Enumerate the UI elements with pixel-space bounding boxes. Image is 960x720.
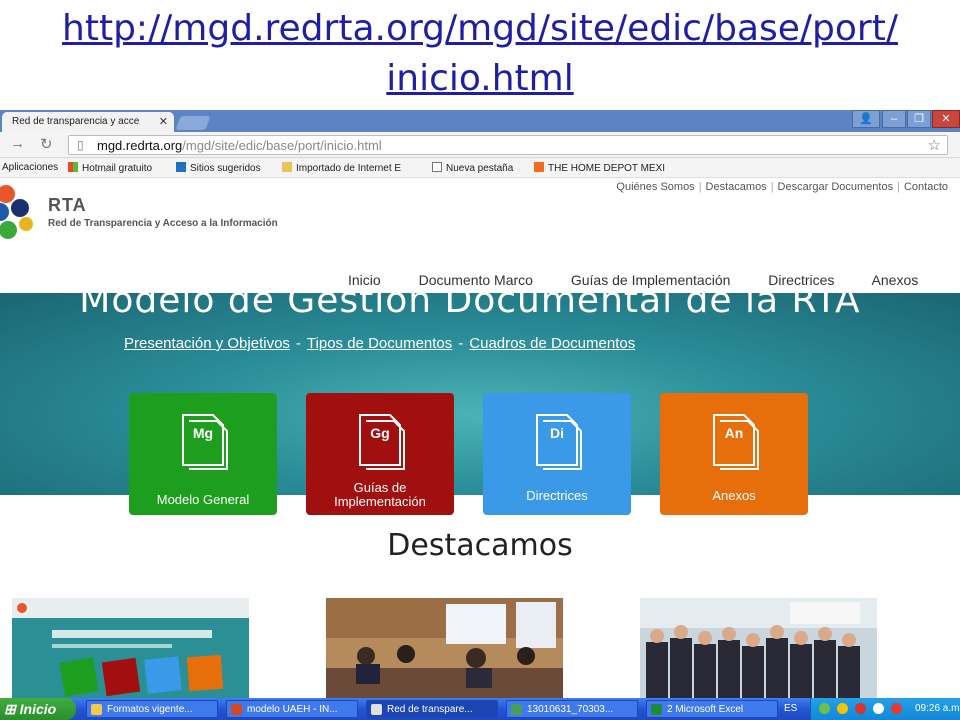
new-tab-button[interactable] xyxy=(175,116,211,130)
top-link-quienes-somos[interactable]: Quiénes Somos xyxy=(616,181,694,193)
featured-thumbnail-2[interactable] xyxy=(326,598,563,698)
site-screenshot-image xyxy=(12,598,249,698)
network-icon[interactable] xyxy=(819,703,830,714)
web-page: Quiénes Somos | Destacamos | Descargar Docum… xyxy=(0,178,960,698)
nav-directrices[interactable]: Directrices xyxy=(768,272,834,288)
link-presentacion[interactable]: Presentación y Objetivos xyxy=(124,335,290,352)
slide-url-link-line2[interactable]: inicio.html xyxy=(386,58,573,99)
card-label: Modelo General xyxy=(156,492,250,507)
browser-toolbar: → ↻ ▯ mgd.redrta.org/mgd/site/edic/base/… xyxy=(0,132,960,158)
excel-icon xyxy=(651,704,662,715)
powerpoint-icon xyxy=(231,704,242,715)
browser-window: Red de transparencia y acce ✕ 👤 – ❐ ✕ → … xyxy=(0,110,960,698)
card-label: Anexos xyxy=(712,488,756,503)
browser-tab[interactable]: Red de transparencia y acce ✕ xyxy=(2,112,174,132)
link-tipos-documentos[interactable]: Tipos de Documentos xyxy=(307,335,452,352)
card-abbr: Di xyxy=(550,425,564,441)
link-cuadros-documentos[interactable]: Cuadros de Documentos xyxy=(469,335,635,352)
address-path: /mgd/site/edic/base/port/inicio.html xyxy=(182,138,382,153)
bookmark-hotmail[interactable]: Hotmail gratuito xyxy=(68,162,152,174)
featured-thumbnail-1[interactable] xyxy=(12,598,249,698)
card-abbr: Mg xyxy=(192,425,214,441)
windows-icon xyxy=(68,162,78,172)
card-guias-implementacion[interactable]: Gg Guías de Implementación xyxy=(306,393,454,515)
back-arrow-icon[interactable]: → xyxy=(10,135,25,152)
card-directrices[interactable]: Di Directrices xyxy=(483,393,631,515)
home-depot-icon xyxy=(534,162,544,172)
address-bar[interactable]: ▯ mgd.redrta.org/mgd/site/edic/base/port… xyxy=(68,135,948,155)
top-links: Quiénes Somos | Destacamos | Descargar Docum… xyxy=(616,181,948,193)
bookmark-suggested[interactable]: Sitios sugeridos xyxy=(176,162,261,174)
system-tray: 09:26 a.m xyxy=(810,698,960,720)
language-indicator[interactable]: ES xyxy=(784,703,797,714)
taskbar-item-powerpoint[interactable]: modelo UAEH - IN... xyxy=(226,700,358,718)
card-label: Directrices xyxy=(526,488,588,503)
alert-icon[interactable] xyxy=(891,703,902,714)
meeting-photo-image xyxy=(326,598,563,698)
image-icon xyxy=(511,704,522,715)
antivirus-icon[interactable] xyxy=(855,703,866,714)
nav-documento-marco[interactable]: Documento Marco xyxy=(419,272,533,288)
nav-anexos[interactable]: Anexos xyxy=(872,272,919,288)
bookmark-home-depot[interactable]: THE HOME DEPOT MEXI xyxy=(534,162,665,174)
group-photo-image xyxy=(640,598,877,698)
tab-bar: Red de transparencia y acce ✕ 👤 – ❐ ✕ xyxy=(0,110,960,132)
top-link-contacto[interactable]: Contacto xyxy=(904,181,948,193)
page-icon xyxy=(432,162,442,172)
card-abbr: Gg xyxy=(370,425,390,441)
windows-flag-icon: ⊞ xyxy=(4,701,16,717)
nav-inicio[interactable]: Inicio xyxy=(348,272,381,288)
hero-links: Presentación y Objetivos - Tipos de Docume… xyxy=(124,335,636,352)
card-abbr: An xyxy=(724,425,744,441)
start-button[interactable]: ⊞ Inicio xyxy=(0,698,76,720)
slide: http://mgd.redrta.org/mgd/site/edic/base… xyxy=(0,0,960,720)
logo-title: RTA xyxy=(48,195,87,215)
chrome-icon xyxy=(371,704,382,715)
bookmark-star-icon[interactable]: ☆ xyxy=(928,136,941,154)
taskbar-item-image[interactable]: 13010631_70303... xyxy=(506,700,638,718)
taskbar-item-chrome[interactable]: Red de transpare... xyxy=(366,700,498,718)
taskbar-item-excel[interactable]: 2 Microsoft Excel xyxy=(646,700,778,718)
bing-icon xyxy=(176,162,186,172)
taskbar-item-formatos[interactable]: Formatos vigente... xyxy=(86,700,218,718)
nav-guias[interactable]: Guías de Implementación xyxy=(571,272,731,288)
rta-logo-icon[interactable] xyxy=(0,182,42,246)
logo-subtitle: Red de Transparencia y Acceso a la Infor… xyxy=(48,218,278,229)
hero-title: Modelo de Gestión Documental de la RTA xyxy=(79,293,861,321)
folder-icon xyxy=(91,704,102,715)
maximize-icon[interactable]: ❐ xyxy=(907,110,931,128)
profile-icon[interactable]: 👤 xyxy=(852,110,880,128)
close-window-icon[interactable]: ✕ xyxy=(932,110,960,128)
main-nav: Inicio Documento Marco Guías de Implemen… xyxy=(348,272,952,288)
address-host: mgd.redrta.org xyxy=(97,138,183,153)
featured-thumbnail-3[interactable] xyxy=(640,598,877,698)
slide-url-link-line1[interactable]: http://mgd.redrta.org/mgd/site/edic/base… xyxy=(62,8,898,49)
section-title: Destacamos xyxy=(387,528,573,563)
card-label: Guías de Implementación xyxy=(334,480,426,509)
bookmarks-bar: Aplicaciones Hotmail gratuito Sitios sug… xyxy=(0,158,960,178)
slide-url-title: http://mgd.redrta.org/mgd/site/edic/base… xyxy=(0,4,960,104)
top-link-destacamos[interactable]: Destacamos xyxy=(706,181,767,193)
security-icon[interactable] xyxy=(837,703,848,714)
taskbar: ⊞ Inicio Formatos vigente... modelo UAEH… xyxy=(0,698,960,720)
tab-title: Red de transparencia y acce xyxy=(12,116,140,127)
top-link-descargar[interactable]: Descargar Documentos xyxy=(778,181,894,193)
bookmark-apps[interactable]: Aplicaciones xyxy=(2,162,58,173)
clock: 09:26 a.m xyxy=(915,703,960,714)
reload-icon[interactable]: ↻ xyxy=(40,135,53,153)
minimize-icon[interactable]: – xyxy=(882,110,906,128)
volume-icon[interactable] xyxy=(873,703,884,714)
bookmark-new-tab[interactable]: Nueva pestaña xyxy=(432,162,513,174)
bookmark-imported[interactable]: Importado de Internet E xyxy=(282,162,401,174)
folder-icon xyxy=(282,162,292,172)
card-modelo-general[interactable]: Mg Modelo General xyxy=(129,393,277,515)
page-icon: ▯ xyxy=(77,138,84,152)
tab-close-icon[interactable]: ✕ xyxy=(159,115,168,128)
card-anexos[interactable]: An Anexos xyxy=(660,393,808,515)
